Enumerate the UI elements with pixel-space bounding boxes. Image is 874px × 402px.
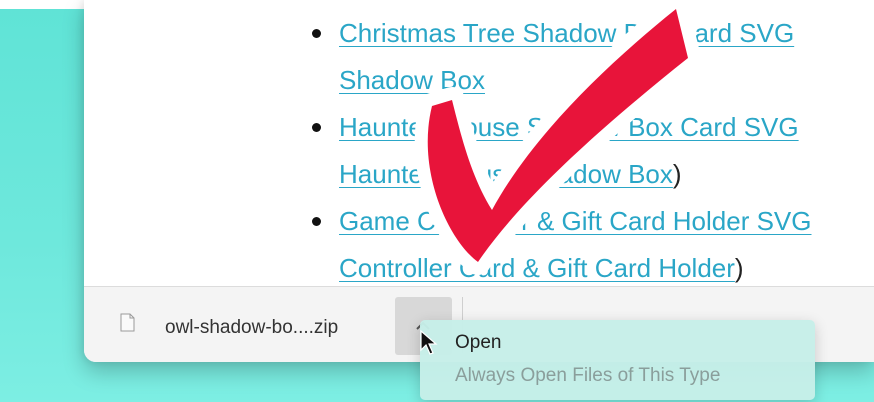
link-list: Christmas Tree Shadow Box Card SVG Shado… [312, 10, 874, 292]
link-christmas-tree-shadow-box[interactable]: Shadow Box [339, 65, 485, 95]
bullet [312, 29, 321, 38]
download-file-name[interactable]: owl-shadow-bo....zip [165, 317, 338, 339]
document-icon [120, 313, 135, 332]
page-content: Christmas Tree Shadow Box Card SVG Shado… [84, 0, 874, 286]
link-game-controller[interactable]: Game Controller & Gift Card Holder SVG [339, 206, 812, 236]
link-haunted-house-shadow-box[interactable]: Haunted House Shadow Box [339, 159, 673, 189]
list-item: Haunted House Shadow Box Card SVG Haunte… [312, 104, 874, 198]
bullet [312, 217, 321, 226]
link-haunted-house[interactable]: Haunted House Shadow Box Card SVG [339, 112, 799, 142]
menu-item-open[interactable]: Open [455, 332, 501, 354]
download-context-menu: Open Always Open Files of This Type [420, 320, 815, 400]
link-controller-card-holder[interactable]: Controller Card & Gift Card Holder [339, 253, 735, 283]
list-item: Christmas Tree Shadow Box Card SVG Shado… [312, 10, 874, 104]
bullet [312, 123, 321, 132]
list-item-suffix: ) [672, 159, 682, 189]
menu-item-always-open[interactable]: Always Open Files of This Type [455, 365, 720, 387]
list-item-suffix: ) [734, 253, 744, 283]
browser-window: Christmas Tree Shadow Box Card SVG Shado… [84, 0, 874, 362]
mouse-pointer-icon [420, 330, 438, 355]
download-item[interactable]: owl-shadow-bo....zip [84, 287, 462, 362]
list-item: Game Controller & Gift Card Holder SVG C… [312, 198, 874, 292]
link-christmas-tree[interactable]: Christmas Tree Shadow Box Card SVG [339, 18, 794, 48]
